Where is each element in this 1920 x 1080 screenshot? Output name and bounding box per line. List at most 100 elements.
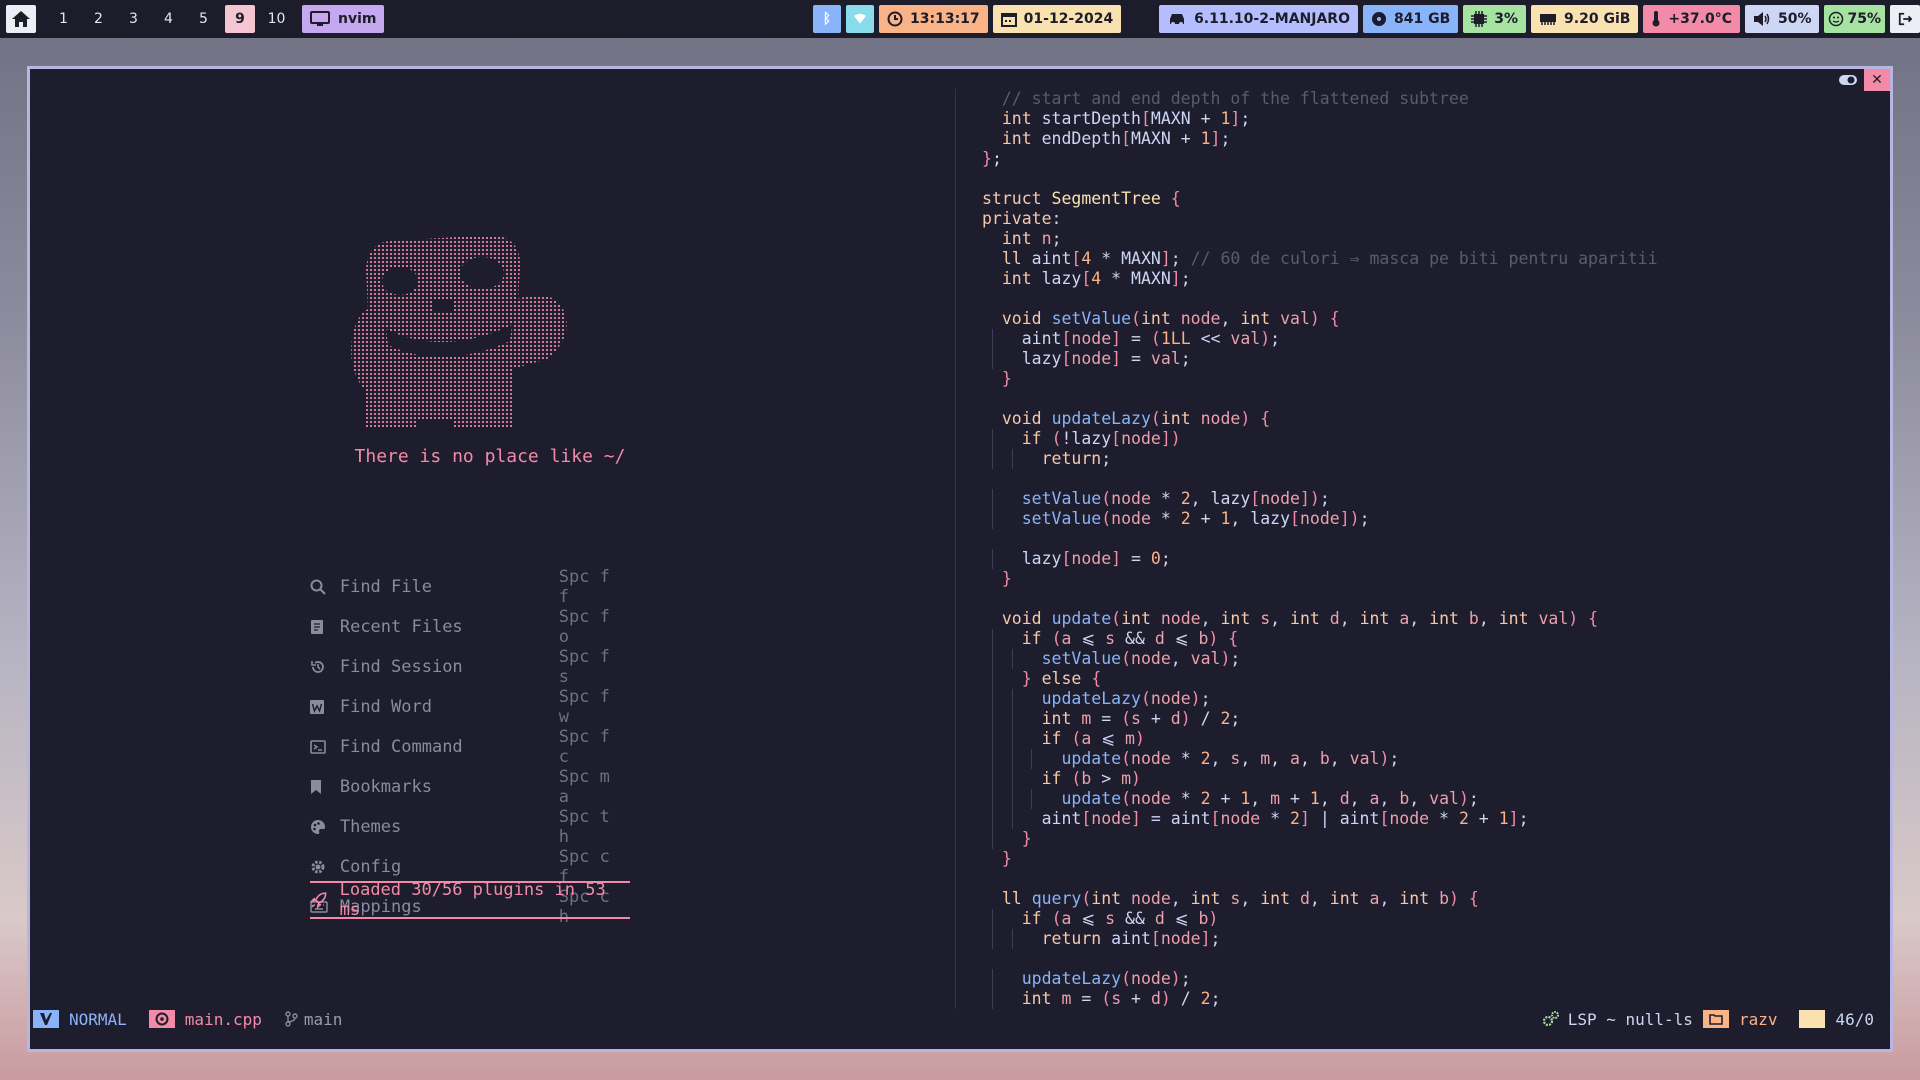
close-button[interactable]: ✕ — [1864, 69, 1890, 91]
rocket-icon — [310, 892, 327, 909]
toggle-icon — [1839, 75, 1857, 85]
memory-text: 9.20 GiB — [1564, 11, 1631, 27]
workspace-4[interactable]: 4 — [151, 5, 186, 33]
code-line: lazy[node] = 0; — [982, 549, 1171, 569]
workspace-list: 1 2 3 4 5 9 10 — [46, 5, 294, 33]
search-icon — [310, 579, 340, 595]
code-line: void update(int node, int s, int d, int … — [1001, 609, 1599, 628]
ascii-art-logo — [351, 235, 567, 429]
mode-text: NORMAL — [69, 1009, 127, 1029]
active-app[interactable]: nvim — [302, 5, 385, 33]
code-line: int m = (s + d) / 2; — [982, 989, 1658, 1009]
battery-icon — [1829, 11, 1844, 27]
dashboard-item-shortcut: Spc f w — [558, 687, 610, 727]
code-editor[interactable]: // start and end depth of the flattened … — [982, 89, 1658, 1009]
code-line: void setValue(int node, int val) { — [1001, 309, 1340, 328]
dashboard-item-bookmarks[interactable]: Bookmarks Spc m a — [310, 767, 630, 807]
dashboard-item-label: Config — [339, 857, 402, 877]
cpu-module[interactable]: 3% — [1463, 5, 1527, 33]
top-bar: 1 2 3 4 5 9 10 nvim ᛒ 13:13:17 01-12-2024 6.11… — [0, 0, 1920, 38]
memory-icon — [1540, 14, 1557, 25]
volume-module[interactable]: 50% — [1744, 5, 1820, 33]
dashboard-item-themes[interactable]: Themes Spc t h — [310, 807, 630, 847]
home-button[interactable] — [6, 5, 36, 33]
workspace-1[interactable]: 1 — [46, 5, 81, 33]
file-icon — [310, 619, 340, 635]
date-module[interactable]: 01-12-2024 — [992, 5, 1122, 33]
git-branch[interactable]: main — [304, 1010, 343, 1029]
dashboard-item-config[interactable]: Config Spc c f — [310, 847, 630, 887]
code-line: } else { — [982, 669, 1658, 689]
code-line: private: — [982, 209, 1062, 228]
dashboard-item-label: Find Word — [339, 697, 432, 717]
power-button[interactable] — [1890, 5, 1920, 33]
cursor-position: 46/0 — [1835, 1009, 1874, 1029]
kernel-module[interactable]: 6.11.10-2-MANJARO — [1159, 5, 1358, 33]
plugin-load-text: Loaded 30/56 plugins in 53 ms — [339, 880, 606, 920]
disk-module[interactable]: 841 GB — [1362, 5, 1459, 33]
vim-icon — [40, 1013, 52, 1025]
dashboard-item-recent-files[interactable]: Recent Files Spc f o — [310, 607, 630, 647]
disk-icon — [1371, 12, 1386, 26]
kernel-text: 6.11.10-2-MANJARO — [1194, 11, 1350, 27]
workspace-9[interactable]: 9 — [225, 5, 255, 33]
clock-text: 13:13:17 — [910, 11, 980, 27]
dashboard-item-find-command[interactable]: Find Command Spc f c — [310, 727, 630, 767]
temperature-module[interactable]: +37.0°C — [1643, 5, 1740, 33]
code-line: } — [982, 829, 1658, 849]
word-icon — [310, 700, 340, 714]
dashboard-item-label: Find Session — [339, 657, 463, 677]
float-toggle-button[interactable] — [1832, 69, 1864, 91]
code-line: setValue(node * 2, lazy[node]); — [982, 489, 1658, 509]
code-line: int lazy[4 * MAXN]; — [1001, 269, 1191, 288]
file-name[interactable]: main.cpp — [185, 1010, 262, 1029]
dashboard-item-find-word[interactable]: Find Word Spc f w — [310, 687, 630, 727]
code-line: struct SegmentTree { — [982, 189, 1181, 208]
workspace-10[interactable]: 10 — [259, 5, 294, 33]
close-icon: ✕ — [1871, 72, 1883, 88]
file-chip — [148, 1010, 175, 1028]
dashboard-item-shortcut: Spc m a — [558, 767, 610, 807]
gear-icon — [310, 859, 340, 875]
dashboard-item-shortcut: Spc f s — [558, 647, 610, 687]
clock-module[interactable]: 13:13:17 — [879, 5, 988, 33]
date-text: 01-12-2024 — [1023, 11, 1114, 27]
bluetooth-icon: ᛒ — [822, 11, 832, 27]
code-line: // start and end depth of the flattened … — [1001, 89, 1469, 108]
clock-icon — [887, 11, 903, 27]
workspace-5[interactable]: 5 — [186, 5, 221, 33]
nvim-window[interactable]: ✕ There is no place like ~/ Find File Spc… — [27, 66, 1893, 1052]
workspace-2[interactable]: 2 — [81, 5, 116, 33]
volume-icon — [1753, 12, 1770, 26]
bluetooth-module[interactable]: ᛒ — [813, 5, 841, 33]
dashboard-item-find-session[interactable]: Find Session Spc f s — [310, 647, 630, 687]
palette-icon — [310, 819, 340, 835]
dashboard-item-label: Recent Files — [339, 617, 463, 637]
logout-icon — [1898, 12, 1912, 26]
bookmark-icon — [310, 779, 340, 795]
code-line: if (a ⩽ s && d ⩽ b) — [982, 909, 1658, 929]
memory-module[interactable]: 9.20 GiB — [1531, 5, 1639, 33]
wifi-module[interactable] — [846, 5, 874, 33]
lsp-status[interactable]: LSP ~ null-ls — [1568, 1010, 1693, 1029]
dashboard-item-label: Themes — [339, 817, 402, 837]
circle-icon — [1806, 1013, 1819, 1025]
battery-module[interactable]: 75% — [1824, 5, 1885, 33]
code-line: } — [1001, 849, 1012, 868]
code-line: int startDepth[MAXN + 1]; — [1001, 109, 1251, 128]
split-divider[interactable] — [955, 89, 956, 1009]
code-line: void updateLazy(int node) { — [1001, 409, 1271, 428]
disk-text: 841 GB — [1393, 11, 1451, 27]
code-line: updateLazy(node); — [982, 689, 1658, 709]
folder-icon — [1709, 1014, 1723, 1025]
dashboard-item-find-file[interactable]: Find File Spc f f — [310, 567, 630, 607]
workspace-3[interactable]: 3 — [116, 5, 151, 33]
car-icon — [1170, 14, 1185, 26]
temperature-text: +37.0°C — [1668, 11, 1732, 27]
dashboard-tagline: There is no place like ~/ — [354, 446, 626, 467]
active-app-label: nvim — [338, 11, 377, 27]
